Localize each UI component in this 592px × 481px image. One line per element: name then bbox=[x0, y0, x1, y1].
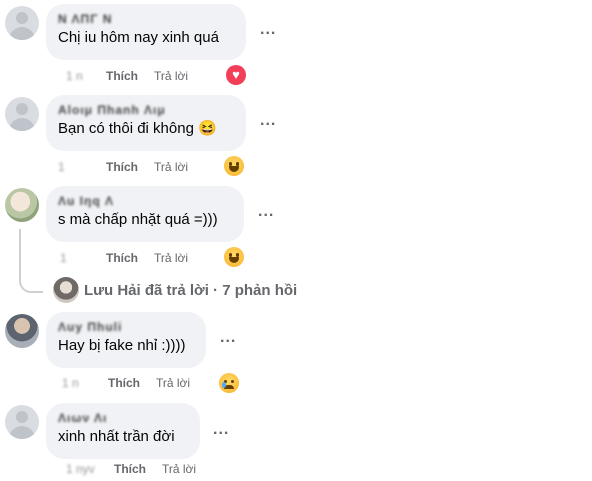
heart-reaction-icon[interactable] bbox=[226, 65, 246, 85]
comment-text: Hay bị fake nhỉ :)))) bbox=[58, 337, 186, 354]
sad-reaction-icon[interactable] bbox=[219, 373, 239, 393]
comment-actions: 1 Thích Trả lời bbox=[58, 160, 188, 174]
more-options-button[interactable]: ... bbox=[220, 330, 236, 346]
comment-author[interactable]: Λuy Πhuli bbox=[58, 320, 194, 334]
like-button[interactable]: Thích bbox=[106, 251, 138, 265]
comment-author[interactable]: Ν ΛΠΓ Ν bbox=[58, 12, 234, 26]
comment-bubble: Λιων Λι xinh nhất trần đời bbox=[46, 403, 200, 459]
comment-bubble: Αlοιμ Πhanh Λιμ Bạn có thôi đi không 😆 bbox=[46, 95, 246, 151]
comment-time[interactable]: 1 bbox=[60, 251, 100, 265]
reply-button[interactable]: Trả lời bbox=[156, 376, 190, 390]
comment-actions: 1 Thích Trả lời bbox=[60, 251, 188, 265]
reply-button[interactable]: Trả lời bbox=[154, 160, 188, 174]
comment-bubble: Ν ΛΠΓ Ν Chị iu hôm nay xinh quá bbox=[46, 4, 246, 60]
haha-reaction-icon[interactable] bbox=[224, 247, 244, 267]
comment-text: xinh nhất trần đời bbox=[58, 428, 175, 445]
comment-bubble: Λuy Πhuli Hay bị fake nhỉ :)))) bbox=[46, 312, 206, 368]
comment-text: s mà chấp nhặt quá =))) bbox=[58, 211, 218, 228]
comment-author[interactable]: Αlοιμ Πhanh Λιμ bbox=[58, 103, 234, 117]
reply-button[interactable]: Trả lời bbox=[154, 251, 188, 265]
comment-actions: 1 n Thích Trả lời bbox=[66, 69, 188, 83]
comment-author[interactable]: Λu Ιηq Λ bbox=[58, 194, 232, 208]
replier-avatar bbox=[53, 277, 79, 303]
commenter-avatar[interactable] bbox=[5, 97, 39, 131]
comment-actions: 1 nyv Thích Trả lời bbox=[66, 462, 196, 476]
comment-time[interactable]: 1 bbox=[58, 160, 100, 174]
comment-text: Chị iu hôm nay xinh quá bbox=[58, 29, 219, 46]
reply-button[interactable]: Trả lời bbox=[154, 69, 188, 83]
commenter-avatar[interactable] bbox=[5, 314, 39, 348]
comment-text: Bạn có thôi đi không 😆 bbox=[58, 120, 217, 137]
commenter-avatar[interactable] bbox=[5, 6, 39, 40]
comment-time[interactable]: 1 nyv bbox=[66, 462, 108, 476]
like-button[interactable]: Thích bbox=[106, 160, 138, 174]
reply-button[interactable]: Trả lời bbox=[162, 462, 196, 476]
comment-author[interactable]: Λιων Λι bbox=[58, 411, 188, 425]
more-options-button[interactable]: ... bbox=[260, 22, 276, 38]
comment-time[interactable]: 1 n bbox=[62, 376, 102, 390]
like-button[interactable]: Thích bbox=[108, 376, 140, 390]
commenter-avatar[interactable] bbox=[5, 405, 39, 439]
thread-connector-line bbox=[19, 229, 43, 293]
like-button[interactable]: Thích bbox=[106, 69, 138, 83]
more-options-button[interactable]: ... bbox=[213, 422, 229, 438]
more-options-button[interactable]: ... bbox=[260, 113, 276, 129]
comment-time[interactable]: 1 n bbox=[66, 69, 100, 83]
more-options-button[interactable]: ... bbox=[258, 204, 274, 220]
comment-bubble: Λu Ιηq Λ s mà chấp nhặt quá =))) bbox=[46, 186, 244, 242]
view-replies-link[interactable]: Lưu Hải đã trả lời · 7 phản hồi bbox=[84, 283, 297, 299]
comment-actions: 1 n Thích Trả lời bbox=[62, 376, 190, 390]
like-button[interactable]: Thích bbox=[114, 462, 146, 476]
commenter-avatar[interactable] bbox=[5, 188, 39, 222]
haha-reaction-icon[interactable] bbox=[224, 156, 244, 176]
